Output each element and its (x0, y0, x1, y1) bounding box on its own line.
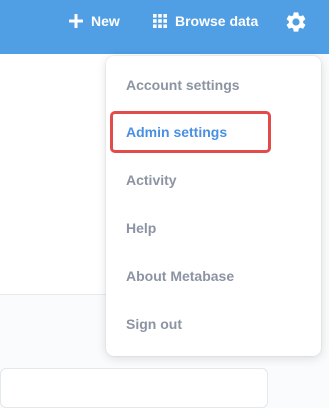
settings-dropdown-menu: Account settings Admin settings Activity… (106, 56, 321, 356)
menu-item-activity[interactable]: Activity (126, 170, 177, 190)
menu-item-label: Admin settings (126, 124, 228, 140)
menu-item-label: Sign out (126, 316, 182, 332)
menu-item-label: Account settings (126, 77, 240, 93)
browse-data-button[interactable]: Browse data (152, 0, 258, 42)
menu-item-about-metabase[interactable]: About Metabase (126, 266, 234, 286)
content-card (0, 368, 268, 408)
menu-item-label: About Metabase (126, 268, 235, 284)
new-button-label: New (91, 13, 120, 29)
new-button[interactable]: New (68, 0, 120, 42)
top-navigation-bar: New Browse data (0, 0, 329, 54)
menu-item-label: Activity (126, 172, 177, 188)
menu-item-label: Help (126, 220, 157, 236)
grid-icon (152, 13, 168, 29)
menu-item-sign-out[interactable]: Sign out (126, 314, 182, 334)
menu-item-admin-settings[interactable]: Admin settings (126, 122, 227, 142)
menu-item-account-settings[interactable]: Account settings (126, 75, 240, 95)
browse-data-label: Browse data (175, 13, 259, 29)
menu-item-help[interactable]: Help (126, 218, 156, 238)
gear-icon[interactable] (284, 10, 308, 34)
plus-icon (68, 13, 84, 29)
